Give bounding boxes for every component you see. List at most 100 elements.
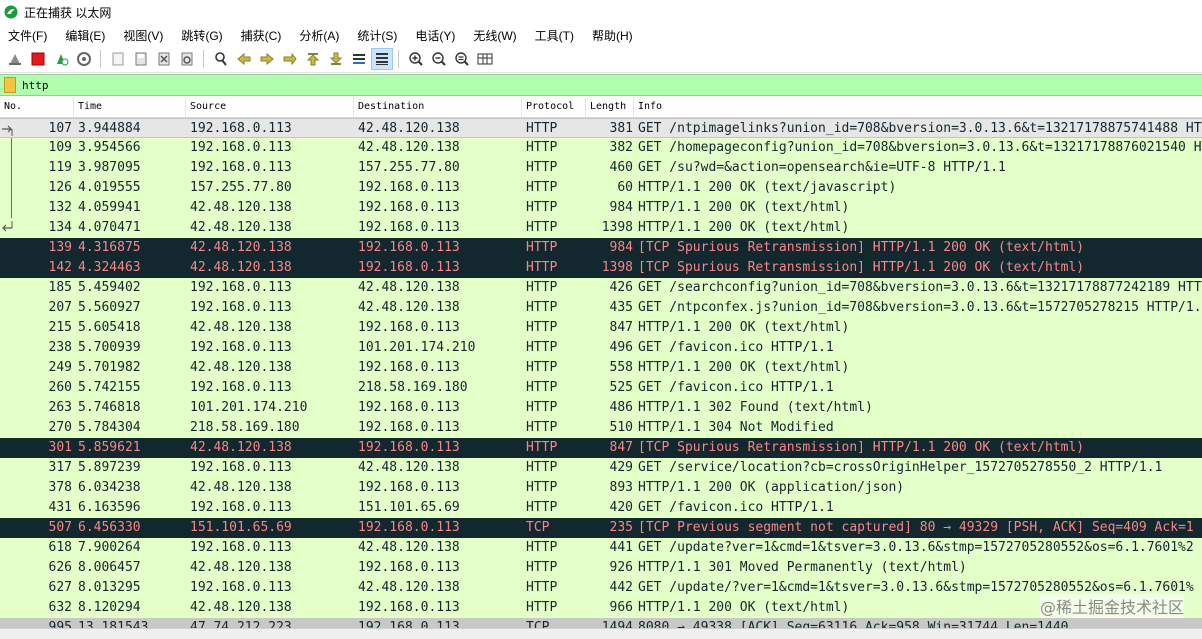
packet-row[interactable]: 185 5.459402 192.168.0.113 42.48.120.138 HTT… bbox=[0, 278, 1202, 298]
go-to-packet-icon[interactable] bbox=[279, 48, 301, 70]
packet-row[interactable]: 317 5.897239 192.168.0.113 42.48.120.138 HTT… bbox=[0, 458, 1202, 478]
packet-length: 235 bbox=[609, 520, 633, 535]
packet-row[interactable]: 119 3.987095 192.168.0.113 157.255.77.80 HTT… bbox=[0, 158, 1202, 178]
packet-protocol: TCP bbox=[526, 520, 550, 535]
menu-wireless[interactable]: 无线(W) bbox=[465, 27, 526, 44]
packet-length: 893 bbox=[609, 480, 633, 495]
resize-columns-icon[interactable] bbox=[474, 48, 496, 70]
find-packet-icon[interactable] bbox=[210, 48, 232, 70]
packet-row[interactable]: 260 5.742155 192.168.0.113 218.58.169.180 HT… bbox=[0, 378, 1202, 398]
column-header-source[interactable]: Source bbox=[186, 97, 354, 117]
packet-length: 1398 bbox=[601, 220, 633, 235]
packet-row[interactable]: 301 5.859621 42.48.120.138 192.168.0.113 HTT… bbox=[0, 438, 1202, 458]
packet-list-header: No. Time Source Destination Protocol Len… bbox=[0, 97, 1202, 118]
menu-go[interactable]: 跳转(G) bbox=[173, 27, 232, 44]
colorize-list-icon[interactable] bbox=[371, 48, 393, 70]
packet-row[interactable]: 207 5.560927 192.168.0.113 42.48.120.138 HTT… bbox=[0, 298, 1202, 318]
packet-row[interactable]: 378 6.034238 42.48.120.138 192.168.0.113 HTT… bbox=[0, 478, 1202, 498]
packet-row[interactable]: 107 3.944884 192.168.0.113 42.48.120.138 HTT… bbox=[0, 118, 1202, 138]
packet-row[interactable]: 126 4.019555 157.255.77.80 192.168.0.113 HTT… bbox=[0, 178, 1202, 198]
packet-protocol: HTTP bbox=[526, 180, 558, 195]
packet-length: 435 bbox=[609, 300, 633, 315]
go-last-packet-icon[interactable] bbox=[325, 48, 347, 70]
menu-file[interactable]: 文件(F) bbox=[0, 27, 57, 44]
packet-row[interactable]: 238 5.700939 192.168.0.113 101.201.174.210 H… bbox=[0, 338, 1202, 358]
go-first-packet-icon[interactable] bbox=[302, 48, 324, 70]
go-forward-icon[interactable] bbox=[256, 48, 278, 70]
packet-row[interactable]: 270 5.784304 218.58.169.180 192.168.0.113 HT… bbox=[0, 418, 1202, 438]
packet-length: 442 bbox=[609, 580, 633, 595]
close-file-icon[interactable] bbox=[153, 48, 175, 70]
menu-telephony[interactable]: 电话(Y) bbox=[407, 27, 465, 44]
reload-file-icon[interactable] bbox=[176, 48, 198, 70]
packet-row[interactable]: 618 7.900264 192.168.0.113 42.48.120.138 HTT… bbox=[0, 538, 1202, 558]
related-packet-gutter bbox=[0, 398, 14, 418]
packet-row[interactable]: 507 6.456330 151.101.65.69 192.168.0.113 TCP… bbox=[0, 518, 1202, 538]
packet-row[interactable]: 134 4.070471 42.48.120.138 192.168.0.113 HTT… bbox=[0, 218, 1202, 238]
packet-no: 627 bbox=[48, 580, 72, 595]
packet-source: 42.48.120.138 bbox=[190, 600, 292, 615]
packet-row[interactable]: 139 4.316875 42.48.120.138 192.168.0.113 HTT… bbox=[0, 238, 1202, 258]
menu-help[interactable]: 帮助(H) bbox=[584, 27, 643, 44]
packet-row[interactable]: 132 4.059941 42.48.120.138 192.168.0.113 HTT… bbox=[0, 198, 1202, 218]
packet-row[interactable]: 142 4.324463 42.48.120.138 192.168.0.113 HTT… bbox=[0, 258, 1202, 278]
display-filter-input[interactable] bbox=[22, 78, 822, 92]
zoom-in-icon[interactable] bbox=[405, 48, 427, 70]
packet-row[interactable]: 431 6.163596 192.168.0.113 151.101.65.69 HTT… bbox=[0, 498, 1202, 518]
title-bar: 正在捕获 以太网 bbox=[0, 0, 1202, 24]
packet-destination: 101.201.174.210 bbox=[358, 340, 476, 355]
go-back-icon[interactable] bbox=[233, 48, 255, 70]
open-file-icon[interactable] bbox=[107, 48, 129, 70]
column-header-destination[interactable]: Destination bbox=[354, 97, 522, 117]
packet-row[interactable]: 263 5.746818 101.201.174.210 192.168.0.113 H… bbox=[0, 398, 1202, 418]
save-file-icon[interactable] bbox=[130, 48, 152, 70]
packet-source: 42.48.120.138 bbox=[190, 360, 292, 375]
packet-no: 263 bbox=[48, 400, 72, 415]
menu-capture[interactable]: 捕获(C) bbox=[233, 27, 292, 44]
packet-row[interactable]: 632 8.120294 42.48.120.138 192.168.0.113 HTT… bbox=[0, 598, 1202, 618]
packet-protocol: HTTP bbox=[526, 260, 558, 275]
related-packet-gutter bbox=[0, 258, 14, 278]
start-capture-fin-icon[interactable] bbox=[4, 48, 26, 70]
packet-row[interactable]: 215 5.605418 42.48.120.138 192.168.0.113 HTT… bbox=[0, 318, 1202, 338]
capture-options-icon[interactable] bbox=[73, 48, 95, 70]
packet-no: 378 bbox=[48, 480, 72, 495]
restart-capture-icon[interactable] bbox=[50, 48, 72, 70]
column-header-length[interactable]: Length bbox=[586, 97, 634, 117]
menu-statistics[interactable]: 统计(S) bbox=[349, 27, 407, 44]
column-header-protocol[interactable]: Protocol bbox=[522, 97, 586, 117]
column-header-time[interactable]: Time bbox=[74, 97, 186, 117]
packet-length: 460 bbox=[609, 160, 633, 175]
response-arrow-icon bbox=[2, 221, 13, 232]
packet-list[interactable]: No. Time Source Destination Protocol Len… bbox=[0, 97, 1202, 638]
packet-length: 441 bbox=[609, 540, 633, 555]
packet-row[interactable]: 249 5.701982 42.48.120.138 192.168.0.113 HTT… bbox=[0, 358, 1202, 378]
column-header-no[interactable]: No. bbox=[0, 97, 74, 117]
packet-time: 5.742155 bbox=[78, 380, 141, 395]
related-packet-gutter bbox=[0, 298, 14, 318]
packet-info: HTTP/1.1 304 Not Modified bbox=[638, 420, 834, 435]
packet-info: HTTP/1.1 302 Found (text/html) bbox=[638, 400, 873, 415]
packet-info: GET /favicon.ico HTTP/1.1 bbox=[638, 500, 834, 515]
auto-scroll-icon[interactable] bbox=[348, 48, 370, 70]
menu-tools[interactable]: 工具(T) bbox=[527, 27, 584, 44]
packet-details-splitter[interactable] bbox=[0, 628, 1202, 639]
filter-bookmark-icon[interactable] bbox=[4, 77, 16, 93]
packet-time: 5.560927 bbox=[78, 300, 141, 315]
normal-size-icon[interactable] bbox=[451, 48, 473, 70]
packet-info: [TCP Previous segment not captured] 80 →… bbox=[638, 520, 1194, 535]
menu-edit[interactable]: 编辑(E) bbox=[57, 27, 115, 44]
column-header-info[interactable]: Info bbox=[634, 97, 1202, 117]
packet-row[interactable]: 109 3.954566 192.168.0.113 42.48.120.138 HTT… bbox=[0, 138, 1202, 158]
packet-no: 431 bbox=[48, 500, 72, 515]
watermark: @稀土掘金技术社区 bbox=[1039, 594, 1184, 618]
zoom-out-icon[interactable] bbox=[428, 48, 450, 70]
menu-view[interactable]: 视图(V) bbox=[115, 27, 173, 44]
packet-protocol: HTTP bbox=[526, 460, 558, 475]
related-packet-gutter bbox=[0, 338, 14, 358]
packet-row[interactable]: 626 8.006457 42.48.120.138 192.168.0.113 HTT… bbox=[0, 558, 1202, 578]
stop-capture-icon[interactable] bbox=[27, 48, 49, 70]
packet-length: 496 bbox=[609, 340, 633, 355]
menu-analyze[interactable]: 分析(A) bbox=[291, 27, 349, 44]
packet-row[interactable]: 627 8.013295 192.168.0.113 42.48.120.138 HTT… bbox=[0, 578, 1202, 598]
